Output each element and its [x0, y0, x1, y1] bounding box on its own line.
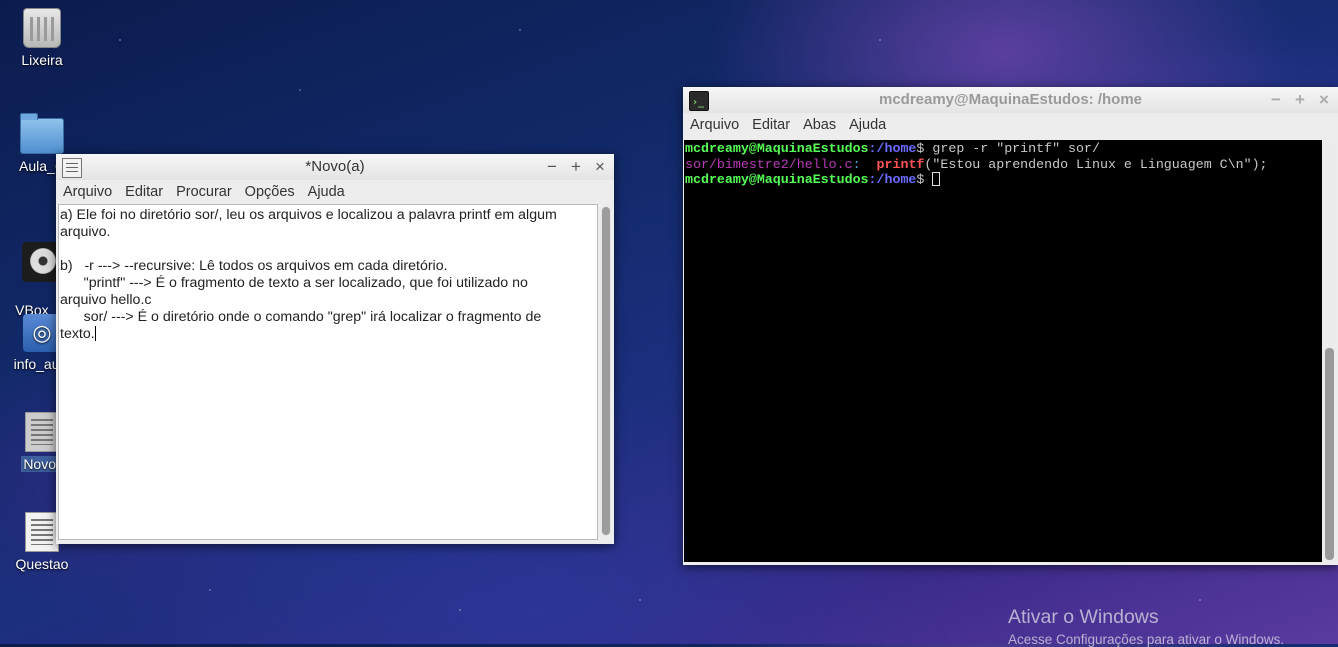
menu-ajuda[interactable]: Ajuda — [842, 113, 892, 135]
close-button[interactable]: × — [592, 154, 608, 180]
editor-menubar: Arquivo Editar Procurar Opções Ajuda — [56, 180, 614, 202]
terminal-line-prompt: mcdreamy@MaquinaEstudos:/home$ — [685, 172, 1322, 188]
menu-procurar[interactable]: Procurar — [169, 180, 238, 202]
close-button[interactable]: × — [1316, 87, 1332, 113]
minimize-button[interactable]: − — [544, 154, 560, 180]
terminal-menubar: Arquivo Editar Abas Ajuda — [683, 113, 1338, 135]
prompt-symbol: $ — [916, 172, 933, 187]
editor-text-area[interactable]: a) Ele foi no diretório sor/, leu os arq… — [58, 204, 598, 540]
prompt-cwd: :/home — [868, 172, 917, 187]
terminal-title: mcdreamy@MaquinaEstudos: /home — [878, 91, 1142, 108]
text-line-last: texto. — [60, 326, 597, 343]
terminal-cursor — [932, 172, 941, 186]
terminal-window[interactable]: mcdreamy@MaquinaEstudos: /home − + × Arq… — [683, 87, 1338, 565]
text-line — [60, 241, 597, 258]
text-line: arquivo. — [60, 224, 111, 240]
editor-titlebar[interactable]: *Novo(a) − + × — [56, 154, 614, 180]
prompt-symbol: $ — [916, 141, 933, 156]
command-text: grep -r "printf" sor/ — [932, 141, 1100, 156]
text-editor-icon — [62, 158, 82, 178]
menu-arquivo[interactable]: Arquivo — [56, 180, 118, 202]
text-line: arquivo hello.c — [60, 292, 152, 308]
watermark-subtitle: Acesse Configurações para ativar o Windo… — [1008, 632, 1285, 647]
scrollbar-thumb[interactable] — [1325, 348, 1334, 560]
desktop-icon-label: Lixeira — [21, 52, 63, 68]
result-separator: : — [852, 156, 877, 172]
folder-icon — [20, 113, 64, 154]
text-line: a) Ele foi no diretório sor/, leu os arq… — [60, 207, 557, 223]
trash-icon — [23, 8, 61, 48]
prompt-user-host: mcdreamy@MaquinaEstudos — [685, 172, 869, 187]
minimize-button[interactable]: − — [1268, 87, 1284, 113]
terminal-icon — [689, 90, 709, 116]
maximize-button[interactable]: + — [568, 154, 584, 180]
text-line: "printf" ---> É o fragmento de texto a s… — [60, 275, 528, 291]
document-icon — [25, 412, 59, 452]
desktop-icon-trash[interactable]: Lixeira — [0, 8, 84, 68]
result-match: printf — [876, 156, 925, 172]
menu-opcoes[interactable]: Opções — [238, 180, 301, 202]
editor-scrollbar[interactable] — [601, 206, 611, 536]
desktop-icon-label: Questao — [15, 556, 69, 572]
terminal-line-command: mcdreamy@MaquinaEstudos:/home$ grep -r "… — [685, 141, 1322, 157]
terminal-screen[interactable]: mcdreamy@MaquinaEstudos:/home$ grep -r "… — [684, 140, 1322, 562]
menu-arquivo[interactable]: Arquivo — [683, 113, 745, 135]
terminal-line-result: sor/bimestre2/hello.c: printf("Estou apr… — [685, 157, 1322, 173]
prompt-cwd: :/home — [868, 141, 917, 156]
scrollbar-thumb[interactable] — [602, 207, 610, 535]
menu-ajuda[interactable]: Ajuda — [301, 180, 351, 202]
text-caret — [94, 326, 96, 341]
text-line: b) -r ---> --recursive: Lê todos os arqu… — [60, 258, 448, 274]
text-line: sor/ ---> É o diretório onde o comando "… — [60, 309, 542, 325]
editor-title: *Novo(a) — [305, 158, 365, 175]
result-file: sor/bimestre2/hello.c — [685, 156, 853, 172]
menu-editar[interactable]: Editar — [118, 180, 169, 202]
maximize-button[interactable]: + — [1292, 87, 1308, 113]
prompt-user-host: mcdreamy@MaquinaEstudos — [685, 141, 869, 156]
result-rest: ("Estou aprendendo Linux e Linguagem C\n… — [924, 156, 1268, 172]
menu-editar[interactable]: Editar — [745, 113, 796, 135]
document-icon — [25, 512, 59, 552]
terminal-titlebar[interactable]: mcdreamy@MaquinaEstudos: /home − + × — [683, 87, 1338, 116]
menu-abas[interactable]: Abas — [796, 113, 842, 135]
text-editor-window[interactable]: *Novo(a) − + × Arquivo Editar Procurar O… — [56, 154, 614, 544]
watermark-title: Ativar o Windows — [1008, 606, 1159, 628]
activation-watermark: Ativar o Windows Acesse Configurações pa… — [1008, 606, 1284, 647]
terminal-scrollbar[interactable] — [1323, 140, 1336, 562]
text-line: texto. — [60, 326, 95, 342]
